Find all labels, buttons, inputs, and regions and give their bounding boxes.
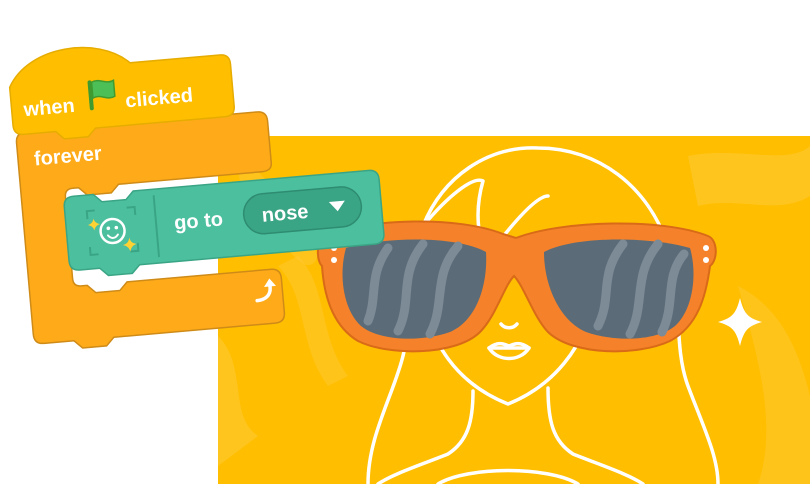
dropdown-value: nose: [261, 201, 309, 227]
code-script[interactable]: forever when clicked go to nose: [0, 0, 385, 350]
hat-label-when: when: [22, 95, 76, 121]
frame-rivet: [703, 257, 709, 263]
go-to-label: go to: [173, 208, 224, 234]
background-swirl: [688, 146, 810, 206]
frame-rivet: [703, 245, 709, 251]
block-stack[interactable]: forever when clicked go to nose: [0, 0, 385, 350]
